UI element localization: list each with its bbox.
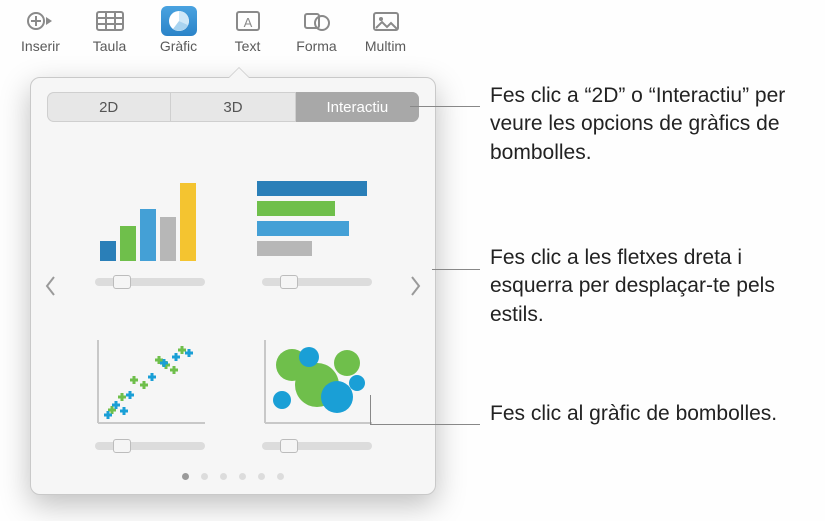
- style-slider[interactable]: [95, 278, 205, 286]
- page-dot[interactable]: [182, 473, 189, 480]
- toolbar-chart[interactable]: Gràfic: [144, 6, 213, 54]
- page-dot[interactable]: [277, 473, 284, 480]
- toolbar-insert[interactable]: Inserir: [6, 6, 75, 54]
- chart-style-column[interactable]: [71, 142, 228, 292]
- page-dot[interactable]: [239, 473, 246, 480]
- chart-style-bubble[interactable]: [238, 306, 395, 456]
- toolbar-text[interactable]: A Text: [213, 6, 282, 54]
- column-chart-preview: [85, 166, 215, 266]
- table-icon: [90, 6, 130, 36]
- chart-icon: [159, 6, 199, 36]
- toolbar-label: Inserir: [21, 38, 60, 54]
- chart-popover: 2D 3D Interactiu: [30, 77, 436, 495]
- style-slider[interactable]: [262, 278, 372, 286]
- callout-arrows: Fes clic a les fletxes dreta i esquerra …: [490, 244, 820, 329]
- toolbar: Inserir Taula Gràfic A Text Forma Multim: [0, 0, 825, 62]
- callout-leader: [432, 269, 480, 270]
- segment-3d[interactable]: 3D: [171, 92, 295, 122]
- chart-type-segmented: 2D 3D Interactiu: [47, 92, 419, 122]
- toolbar-media[interactable]: Multim: [351, 6, 420, 54]
- scatter-chart-preview: [85, 330, 215, 430]
- toolbar-label: Text: [235, 38, 261, 54]
- page-indicator: [31, 473, 435, 480]
- style-slider[interactable]: [95, 442, 205, 450]
- bubble-chart-preview: [252, 330, 382, 430]
- callout-leader: [370, 424, 480, 425]
- toolbar-label: Forma: [296, 38, 336, 54]
- chevron-left-icon[interactable]: [35, 254, 65, 318]
- chart-style-bar[interactable]: [238, 142, 395, 292]
- shape-icon: [297, 6, 337, 36]
- insert-icon: [21, 6, 61, 36]
- toolbar-label: Taula: [93, 38, 126, 54]
- bar-chart-preview: [252, 166, 382, 266]
- page-dot[interactable]: [220, 473, 227, 480]
- text-icon: A: [228, 6, 268, 36]
- callout-leader: [370, 395, 371, 424]
- chart-style-grid: [31, 132, 435, 456]
- toolbar-label: Gràfic: [160, 38, 197, 54]
- chevron-right-icon[interactable]: [401, 254, 431, 318]
- callout-tabs: Fes clic a “2D” o “Interactiu” per veure…: [490, 82, 820, 167]
- media-icon: [366, 6, 406, 36]
- callout-bubble: Fes clic al gràfic de bombolles.: [490, 400, 820, 428]
- toolbar-table[interactable]: Taula: [75, 6, 144, 54]
- page-dot[interactable]: [258, 473, 265, 480]
- svg-text:A: A: [243, 15, 252, 30]
- segment-interactive[interactable]: Interactiu: [296, 92, 419, 122]
- toolbar-shape[interactable]: Forma: [282, 6, 351, 54]
- style-slider[interactable]: [262, 442, 372, 450]
- segment-2d[interactable]: 2D: [47, 92, 171, 122]
- page-dot[interactable]: [201, 473, 208, 480]
- toolbar-label: Multim: [365, 38, 406, 54]
- callout-leader: [410, 106, 480, 107]
- chart-style-scatter[interactable]: [71, 306, 228, 456]
